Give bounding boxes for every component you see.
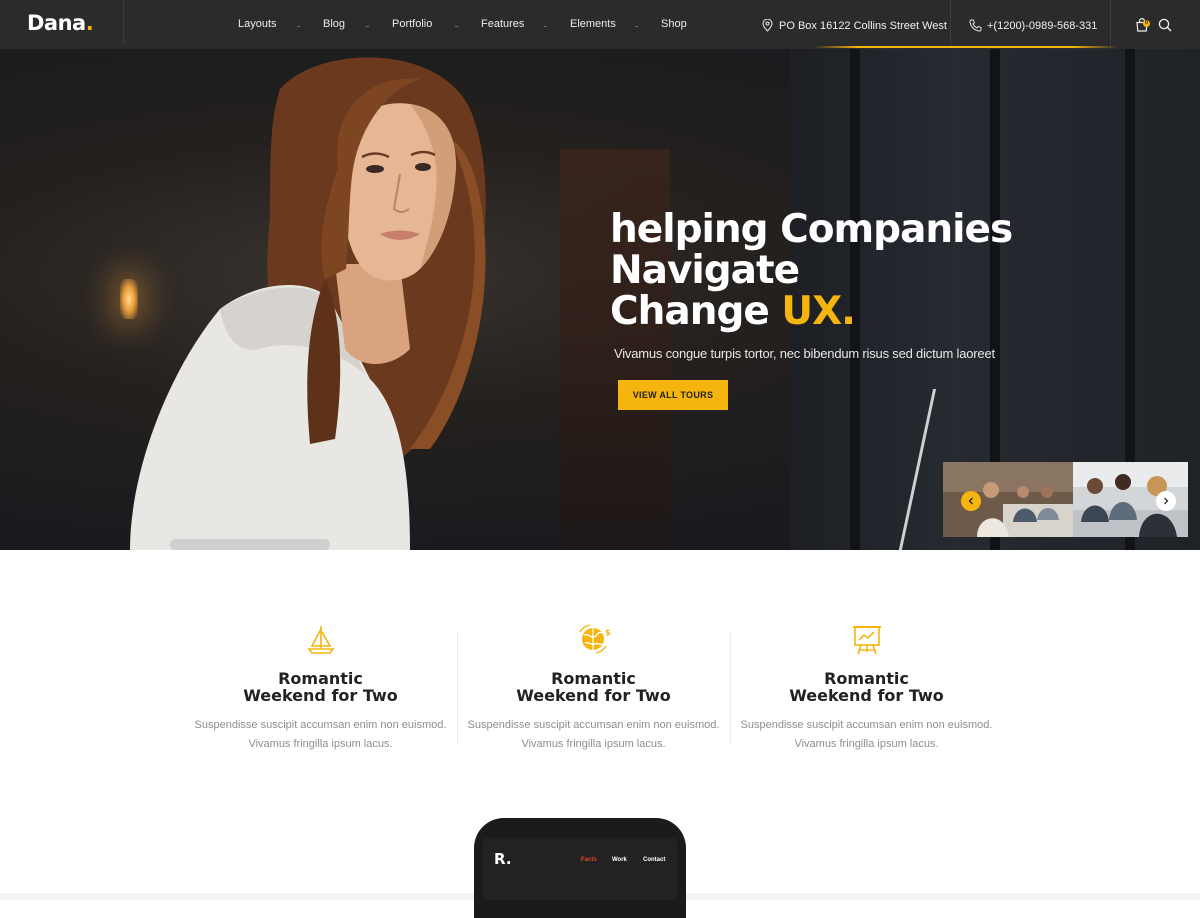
feature-text-line: Vivamus fringilla ipsum lacus. [521, 738, 666, 750]
feature-title: Romantic Weekend for Two [184, 670, 457, 704]
globe-money-icon: $ [578, 624, 611, 654]
site-logo[interactable]: Dana. [27, 11, 94, 35]
feature-title-line: Weekend for Two [789, 686, 944, 705]
phone-app-logo: R. [494, 850, 512, 868]
feature-description: Suspendisse suscipit accumsan enim non e… [457, 716, 730, 754]
cart-count-badge: 0 [1143, 20, 1150, 27]
presentation-board-icon [852, 626, 881, 655]
nav-item-features[interactable]: Features [481, 18, 524, 30]
feature-text-line: Suspendisse suscipit accumsan enim non e… [740, 719, 993, 731]
feature-card: Romantic Weekend for Two Suspendisse sus… [730, 622, 1003, 754]
feature-title-line: Weekend for Two [516, 686, 671, 705]
header-address: PO Box 16122 Collins Street West [762, 19, 947, 32]
nav-item-blog[interactable]: Blog [323, 18, 345, 30]
nav-separator [635, 26, 638, 27]
nav-separator [544, 26, 547, 27]
feature-title: Romantic Weekend for Two [730, 670, 1003, 704]
main-nav: Layouts Blog Portfolio Features Elements… [238, 18, 687, 30]
map-pin-icon [762, 19, 773, 32]
view-all-tours-button[interactable]: VIEW ALL TOURS [618, 380, 728, 410]
logo-text: Dana [27, 11, 86, 35]
phone-nav-facts[interactable]: Facts [581, 857, 597, 863]
logo-dot: . [85, 11, 94, 35]
slider-next-button[interactable] [1156, 491, 1176, 511]
nav-item-elements[interactable]: Elements [570, 18, 616, 30]
hero-title-line-2: Navigate [610, 248, 800, 293]
feature-card: Romantic Weekend for Two Suspendisse sus… [184, 622, 457, 754]
nav-separator [455, 26, 458, 27]
feature-description: Suspendisse suscipit accumsan enim non e… [184, 716, 457, 754]
feature-title-line: Weekend for Two [243, 686, 398, 705]
hero-title-line-3: Change [610, 289, 770, 334]
phone-number: +(1200)-0989-568-331 [987, 19, 1098, 32]
feature-text-line: Vivamus fringilla ipsum lacus. [248, 738, 393, 750]
nav-item-shop[interactable]: Shop [661, 18, 687, 30]
site-header: Dana. Layouts Blog Portfolio Features El… [0, 0, 1200, 49]
hero-title: helping Companies Navigate Change UX. [610, 207, 1013, 334]
feature-title: Romantic Weekend for Two [457, 670, 730, 704]
chevron-left-icon [968, 497, 973, 505]
search-icon[interactable] [1158, 18, 1172, 32]
address-text: PO Box 16122 Collins Street West [779, 19, 947, 32]
feature-text-line: Suspendisse suscipit accumsan enim non e… [194, 719, 447, 731]
feature-text-line: Suspendisse suscipit accumsan enim non e… [467, 719, 720, 731]
phone-nav-work[interactable]: Work [612, 857, 627, 863]
header-accent-line [813, 46, 1118, 48]
phone-screen [483, 838, 677, 900]
feature-description: Suspendisse suscipit accumsan enim non e… [730, 716, 1003, 754]
phone-icon [969, 19, 982, 32]
hero-section: helping Companies Navigate Change UX. Vi… [0, 49, 1200, 550]
feature-card: $ Romantic Weekend for Two Suspendisse s… [457, 622, 730, 754]
header-divider [1110, 0, 1111, 49]
header-divider [950, 0, 951, 49]
sailboat-icon [306, 626, 335, 654]
nav-item-portfolio[interactable]: Portfolio [392, 18, 432, 30]
logo-divider [123, 0, 124, 45]
chevron-right-icon [1164, 497, 1169, 505]
nav-separator [297, 26, 300, 27]
hero-woman-image [130, 57, 486, 550]
slider-prev-button[interactable] [961, 491, 981, 511]
svg-text:$: $ [605, 628, 611, 637]
header-phone[interactable]: +(1200)-0989-568-331 [969, 19, 1097, 32]
hero-title-accent: UX. [781, 289, 856, 334]
phone-nav-contact[interactable]: Contact [643, 857, 665, 863]
nav-separator [366, 26, 369, 27]
nav-item-layouts[interactable]: Layouts [238, 18, 277, 30]
hero-title-line-1: helping Companies [610, 207, 1013, 252]
feature-text-line: Vivamus fringilla ipsum lacus. [794, 738, 939, 750]
hero-subtitle: Vivamus congue turpis tortor, nec bibend… [614, 346, 995, 361]
